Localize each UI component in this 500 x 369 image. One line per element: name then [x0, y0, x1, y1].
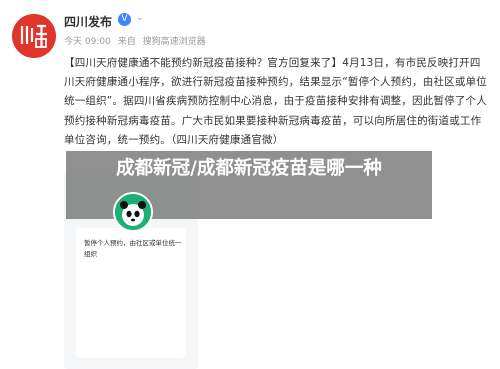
sichuan-logo-icon: [12, 14, 56, 58]
source-prefix: 来自: [117, 37, 136, 47]
chevron-down-icon[interactable]: ⌄: [136, 13, 144, 23]
account-name[interactable]: 四川发布: [64, 13, 112, 30]
account-avatar[interactable]: [12, 14, 56, 58]
panda-icon: [113, 192, 153, 232]
post-body-text: 【四川天府健康通不能预约新冠疫苗接种？官方回复来了】4月13日，有市民反映打开四…: [64, 57, 487, 146]
post-meta: 今天 09:00 来自 搜狗高速浏览器: [64, 34, 210, 47]
post-source[interactable]: 搜狗高速浏览器: [143, 37, 206, 47]
verified-badge-icon: V: [118, 13, 131, 26]
overlay-title: 成都新冠/成都新冠疫苗是哪一种: [116, 158, 382, 179]
post-time: 今天 09:00: [64, 37, 111, 47]
notice-message: 暂停个人预约，由社区或单位统一组织: [84, 239, 182, 258]
